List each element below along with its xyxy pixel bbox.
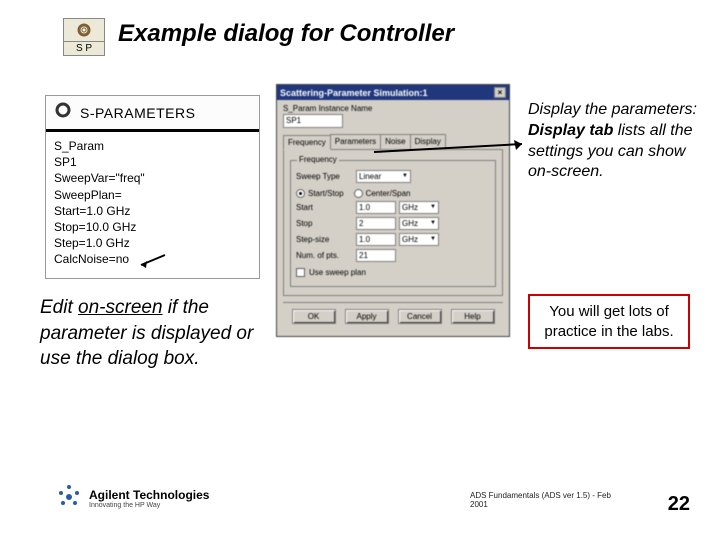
radio-start-stop-label: Start/Stop [308,189,344,198]
s-parameters-line: SweepVar="freq" [54,170,251,186]
frequency-group-title: Frequency [297,155,339,164]
start-label: Start [296,203,356,212]
use-sweep-plan-checkbox[interactable] [296,268,305,277]
page-number: 22 [668,493,690,516]
left-callout-underlined: on-screen [78,297,163,318]
stop-input[interactable]: 2 [356,217,396,230]
use-sweep-plan-label: Use sweep plan [309,268,366,277]
dialog-titlebar[interactable]: Scattering-Parameter Simulation:1 × [277,85,509,100]
radio-start-stop[interactable] [296,189,305,198]
agilent-tagline: Innovating the HP Way [89,502,209,510]
arrow-down-icon [135,253,170,271]
stepsize-unit-select[interactable]: GHz ▼ [399,233,439,246]
chevron-down-icon: ▼ [402,171,408,182]
gear-icon [64,19,104,41]
s-parameters-line: SweepPlan= [54,187,251,203]
numpts-input[interactable]: 21 [356,249,396,262]
chevron-down-icon: ▼ [430,234,436,245]
practice-box: You will get lots of practice in the lab… [528,294,690,349]
s-parameters-line: SP1 [54,154,251,170]
sweep-type-select[interactable]: Linear ▼ [356,170,411,183]
right-callout: Display the parameters: Display tab list… [528,100,703,183]
s-parameters-line: Step=1.0 GHz [54,235,251,251]
numpts-label: Num. of pts. [296,251,356,260]
footer-note: ADS Fundamentals (ADS ver 1.5) - Feb 200… [470,491,630,510]
s-parameters-header-text: S-PARAMETERS [80,105,195,121]
dialog-button-row: OK Apply Cancel Help [283,302,503,330]
start-input[interactable]: 1.0 [356,201,396,214]
radio-center-span-label: Center/Span [366,189,411,198]
stepsize-input[interactable]: 1.0 [356,233,396,246]
spark-icon [55,483,83,516]
tab-page-frequency: Frequency Sweep Type Linear ▼ Start/Stop… [283,150,503,296]
sp-icon-label: S P [64,41,104,55]
stop-label: Stop [296,219,356,228]
dialog-title-text: Scattering-Parameter Simulation:1 [280,88,428,98]
ok-button[interactable]: OK [292,309,336,324]
right-callout-bold: Display tab [528,122,613,139]
start-unit-select[interactable]: GHz ▼ [399,201,439,214]
sp-icon-block: S P [63,18,105,56]
sweep-type-label: Sweep Type [296,172,356,181]
s-parameters-line: Stop=10.0 GHz [54,219,251,235]
stop-unit-value: GHz [402,218,418,229]
s-parameters-line: Start=1.0 GHz [54,203,251,219]
sweep-type-value: Linear [359,171,381,182]
stepsize-label: Step-size [296,235,356,244]
controller-dialog: Scattering-Parameter Simulation:1 × S_Pa… [276,84,510,337]
s-parameters-line: S_Param [54,138,251,154]
stop-unit-select[interactable]: GHz ▼ [399,217,439,230]
start-unit-value: GHz [402,202,418,213]
frequency-group: Frequency Sweep Type Linear ▼ Start/Stop… [290,160,496,287]
chevron-down-icon: ▼ [430,218,436,229]
help-button[interactable]: Help [451,309,495,324]
stepsize-unit-value: GHz [402,234,418,245]
apply-button[interactable]: Apply [345,309,389,324]
s-parameters-block: S-PARAMETERS S_ParamSP1SweepVar="freq"Sw… [45,95,260,279]
close-icon[interactable]: × [494,87,506,98]
gear-icon [52,100,74,125]
s-parameters-header: S-PARAMETERS [46,96,259,132]
cancel-button[interactable]: Cancel [398,309,442,324]
right-callout-line1: Display the parameters: [528,101,697,118]
tab-frequency[interactable]: Frequency [283,135,331,150]
agilent-name: Agilent Technologies [89,489,209,502]
radio-center-span[interactable] [354,189,363,198]
agilent-logo: Agilent Technologies Innovating the HP W… [55,483,209,516]
chevron-down-icon: ▼ [430,202,436,213]
left-callout: Edit on-screen if the parameter is displ… [40,295,255,372]
left-callout-pre: Edit [40,297,78,318]
instance-name-input[interactable]: SP1 [283,114,343,128]
instance-name-label: S_Param Instance Name [283,104,503,113]
arrow-right-icon [372,140,532,160]
page-title: Example dialog for Controller [118,20,454,48]
